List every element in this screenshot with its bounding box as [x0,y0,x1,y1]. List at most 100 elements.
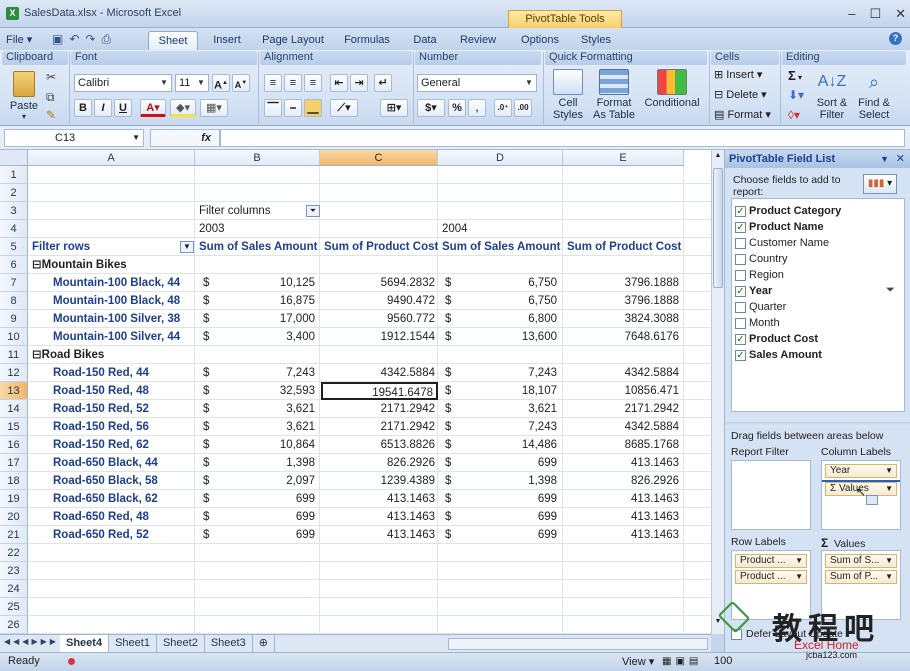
currency-symbol[interactable]: $ [200,310,214,328]
view-menu[interactable]: View ▾ [622,655,654,668]
cell-cost-2003[interactable]: 6513.8826 [321,436,438,454]
currency-symbol[interactable]: $ [200,418,214,436]
field-checkbox[interactable]: ✓ [735,285,746,297]
field-item[interactable]: ✓ Product Category [735,203,841,219]
field-item[interactable]: ✓ Sales Amount [735,347,822,363]
cell-sales-2003[interactable]: 10,864 [214,436,318,454]
currency-symbol[interactable]: $ [200,526,214,544]
row-label-product[interactable]: Road-650 Red, 52 [50,526,195,544]
cut-icon[interactable]: ✂ [46,70,56,84]
cell-sales-2003[interactable]: 17,000 [214,310,318,328]
tab-options[interactable]: Options [514,31,566,50]
align-left-icon[interactable]: ≡ [264,74,282,92]
decrease-indent-icon[interactable]: ⇤ [330,74,348,92]
cell-cost-2003[interactable]: 1912.1544 [321,328,438,346]
cell-sales-2003[interactable]: 3,400 [214,328,318,346]
filter-columns-label[interactable]: Filter columns [196,202,320,220]
currency-symbol[interactable]: $ [442,400,456,418]
cell-sales-2004[interactable]: 7,243 [456,364,560,382]
cell-cost-2003[interactable]: 413.1463 [321,490,438,508]
vertical-scrollbar[interactable]: ▲ ▼ [711,150,724,634]
font-size-combo[interactable]: 11 ▼ [175,74,209,92]
insert-cells-button[interactable]: ⊞ Insert ▾ [714,68,762,81]
cell-cost-2003[interactable]: 826.2926 [321,454,438,472]
currency-symbol[interactable]: $ [442,274,456,292]
close-icon[interactable]: ✕ [895,6,906,22]
row-label-product[interactable]: Mountain-100 Black, 48 [50,292,195,310]
currency-symbol[interactable]: $ [200,436,214,454]
macro-record-icon[interactable] [68,658,75,665]
cell-sales-2003[interactable]: 2,097 [214,472,318,490]
cell-cost-2004[interactable]: 8685.1768 [564,436,682,454]
field-checkbox[interactable] [735,253,746,265]
fill-icon[interactable]: ⬇▾ [788,88,804,102]
value-chip-cost[interactable]: Sum of P... ▼ [825,570,897,584]
percent-button[interactable]: % [448,99,466,117]
active-cell[interactable]: 19541.6478 [321,382,438,400]
cell-sales-2003[interactable]: 3,621 [214,400,318,418]
print-icon[interactable]: ⎙ [101,32,111,47]
cell-cost-2003[interactable]: 413.1463 [321,508,438,526]
help-icon[interactable]: ? [889,32,902,45]
column-header-a[interactable]: A [28,150,195,166]
row-label-product[interactable]: Mountain-100 Silver, 38 [50,310,195,328]
currency-symbol[interactable]: $ [442,436,456,454]
merge-cells-icon[interactable]: ⊞▾ [380,99,408,117]
excel-app-icon[interactable]: X [6,7,19,20]
row-header-20[interactable]: 20 [0,508,28,526]
column-header-e[interactable]: E [563,150,684,166]
sheet-tab-sheet2[interactable]: Sheet2 [157,635,205,652]
cell-sales-2004[interactable]: 1,398 [456,472,560,490]
header-sum-sales-2003[interactable]: Sum of Sales Amount [196,238,320,256]
grow-font-button[interactable]: A▲ [212,74,230,92]
conditional-formatting-button[interactable]: Conditional [642,68,702,124]
file-menu-button[interactable]: File ▾ [6,31,40,50]
row-header-7[interactable]: 7 [0,274,28,292]
sheet-tab-sheet4[interactable]: Sheet4 [60,635,110,652]
tab-insert[interactable]: Insert [205,31,249,50]
tab-review[interactable]: Review [454,31,502,50]
field-checkbox[interactable] [735,269,746,281]
cell-sales-2004[interactable]: 6,750 [456,292,560,310]
format-as-table-button[interactable]: Format As Table [590,68,638,124]
cell-cost-2004[interactable]: 413.1463 [564,454,682,472]
field-item[interactable]: Month [735,315,780,331]
align-right-icon[interactable]: ≡ [304,74,322,92]
cell-sales-2004[interactable]: 699 [456,454,560,472]
cell-sales-2004[interactable]: 699 [456,490,560,508]
tab-page-layout[interactable]: Page Layout [258,31,328,50]
row-header-25[interactable]: 25 [0,598,28,616]
row-header-14[interactable]: 14 [0,400,28,418]
row-label-product[interactable]: Road-650 Black, 58 [50,472,195,490]
format-painter-icon[interactable]: ✎ [46,108,56,122]
delete-cells-button[interactable]: ⊟ Delete ▾ [714,88,767,101]
sort-filter-button[interactable]: A↓Z Sort & Filter [812,68,852,124]
cell-sales-2003[interactable]: 699 [214,490,318,508]
align-bottom-icon[interactable]: ⎽ [304,99,322,117]
sheet-nav-icon[interactable]: ◀◀◀▶▶▶ [4,637,59,646]
field-checkbox[interactable] [735,237,746,249]
currency-symbol[interactable]: $ [442,472,456,490]
align-top-icon[interactable]: ⎺ [264,99,282,117]
row-header-9[interactable]: 9 [0,310,28,328]
copy-icon[interactable]: ⧉ [46,90,55,105]
underline-button[interactable]: U [114,99,132,117]
field-item[interactable]: ✓ Product Cost [735,331,818,347]
select-all-corner[interactable] [0,150,28,166]
field-list-layout-button[interactable]: ▮▮▮ ▾ [863,174,897,194]
row-label-product[interactable]: Road-650 Black, 44 [50,454,195,472]
row-header-11[interactable]: 11 [0,346,28,364]
row-header-19[interactable]: 19 [0,490,28,508]
align-middle-icon[interactable]: ⎯ [284,99,302,117]
paste-button[interactable]: Paste ▾ [6,68,42,124]
cell-cost-2004[interactable]: 3796.1888 [564,274,682,292]
column-chip-year[interactable]: Year ▼ [825,464,897,478]
row-header-12[interactable]: 12 [0,364,28,382]
row-header-8[interactable]: 8 [0,292,28,310]
cell-cost-2004[interactable]: 4342.5884 [564,418,682,436]
orientation-icon[interactable]: ⟋▾ [330,99,358,117]
scrollbar-thumb[interactable] [713,168,723,288]
cell-cost-2004[interactable]: 2171.2942 [564,400,682,418]
zoom-level[interactable]: 100 [714,655,732,667]
cell-cost-2004[interactable]: 7648.6176 [564,328,682,346]
